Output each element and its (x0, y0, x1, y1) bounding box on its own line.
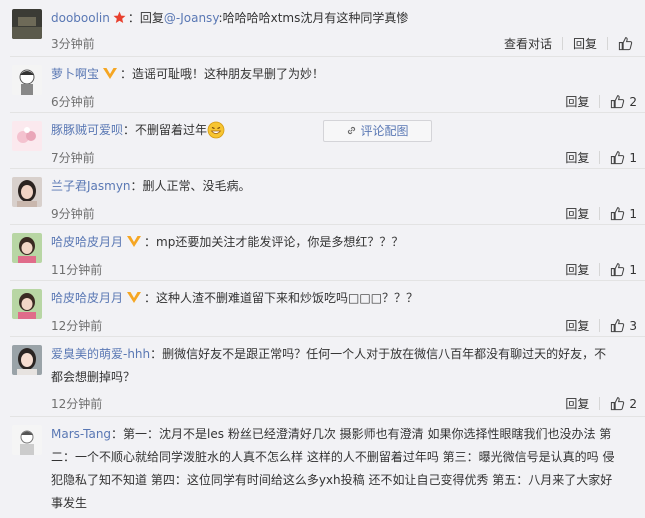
mention-link[interactable]: @-Joansy (164, 11, 219, 25)
like-count: 1 (629, 150, 637, 165)
comment-item: 豚豚贼可爱呗：不删留着过年 7分钟前 回复 1 (0, 112, 645, 168)
reply-button[interactable]: 回复 (563, 35, 607, 52)
divider (10, 336, 645, 337)
vip-badge-icon (127, 236, 142, 247)
divider (10, 168, 645, 169)
vip-badge-icon (127, 292, 142, 303)
comment-text: ：不删留着过年 (123, 123, 208, 137)
like-button[interactable]: 2 (600, 396, 637, 411)
thumbs-up-icon (611, 397, 625, 411)
thumbs-up-icon (611, 263, 625, 277)
comment-username[interactable]: 萝卜啊宝 (51, 67, 99, 81)
comment-item: 兰子君Jasmyn：删人正常、没毛病。 9分钟前 回复 1 (0, 168, 645, 224)
avatar[interactable] (12, 425, 42, 455)
divider (10, 112, 645, 113)
comment-username[interactable]: 豚豚贼可爱呗 (51, 123, 123, 137)
reply-button[interactable]: 回复 (555, 205, 599, 222)
like-count: 2 (629, 396, 637, 411)
thumbs-up-icon (611, 95, 625, 109)
comment-item: dooboolin ：回复@-Joansy:哈哈哈哈xtms沈月有这种同学真惨 3… (0, 0, 645, 56)
divider (10, 224, 645, 225)
comment-time: 12分钟前 (51, 397, 103, 411)
reply-button[interactable]: 回复 (555, 317, 599, 334)
like-button[interactable]: 1 (600, 150, 637, 165)
divider (10, 416, 645, 417)
comment-actions: 回复 2 (555, 93, 637, 110)
comment-time: 11分钟前 (51, 263, 103, 277)
comment-text: ：这种人渣不删难道留下来和炒饭吃吗□□□？？？ (144, 291, 419, 305)
like-count: 1 (629, 262, 637, 277)
comment-actions: 回复 1 (555, 149, 637, 166)
avatar[interactable] (12, 121, 42, 151)
reply-button[interactable]: 回复 (555, 261, 599, 278)
grin-emoji-icon (207, 121, 225, 139)
reply-button[interactable]: 回复 (555, 149, 599, 166)
comment-time: 7分钟前 (51, 151, 95, 165)
comment-username[interactable]: Mars-Tang (51, 427, 111, 441)
divider (10, 280, 645, 281)
comment-actions: 回复 1 (555, 261, 637, 278)
comment-username[interactable]: dooboolin (51, 11, 110, 25)
thumbs-up-icon (618, 37, 633, 51)
comment-time: 12分钟前 (51, 319, 103, 333)
reply-prefix: ：回复 (127, 11, 164, 25)
thumbs-up-icon (611, 151, 625, 165)
avatar[interactable] (12, 9, 42, 39)
comment-item: 哈皮哈皮月月 ：mp还要加关注才能发评论，你是多想红？？？ 11分钟前 回复 1 (0, 224, 645, 280)
comment-username[interactable]: 哈皮哈皮月月 (51, 291, 123, 305)
comment-time: 9分钟前 (51, 207, 95, 221)
like-count: 3 (629, 318, 637, 333)
comment-text: ：删人正常、没毛病。 (130, 179, 251, 193)
comment-item: 哈皮哈皮月月 ：这种人渣不删难道留下来和炒饭吃吗□□□？？？ 12分钟前 回复 3 (0, 280, 645, 336)
comment-time: 3分钟前 (51, 37, 95, 51)
thumbs-up-icon (611, 319, 625, 333)
reply-button[interactable]: 回复 (555, 395, 599, 412)
comment-username[interactable]: 兰子君Jasmyn (51, 179, 131, 193)
avatar[interactable] (12, 345, 42, 375)
comment-list: dooboolin ：回复@-Joansy:哈哈哈哈xtms沈月有这种同学真惨 3… (0, 0, 645, 518)
comment-text: ：第一：沈月不是les 粉丝已经澄清好几次 摄影师也有澄清 如果你选择性眼瞎我们… (51, 427, 615, 510)
comment-text: :哈哈哈哈xtms沈月有这种同学真惨 (218, 11, 409, 25)
like-button[interactable] (608, 36, 637, 51)
avatar[interactable] (12, 233, 42, 263)
thumbs-up-icon (611, 207, 625, 221)
star-badge-icon (113, 11, 126, 23)
avatar[interactable] (12, 177, 42, 207)
like-button[interactable]: 3 (600, 318, 637, 333)
like-button[interactable]: 1 (600, 262, 637, 277)
reply-button[interactable]: 回复 (555, 93, 599, 110)
avatar[interactable] (12, 289, 42, 319)
comment-text: ：mp还要加关注才能发评论，你是多想红？？？ (144, 235, 404, 249)
like-button[interactable]: 2 (600, 94, 637, 109)
divider (10, 56, 645, 57)
avatar[interactable] (12, 65, 42, 95)
comment-item: Mars-Tang：第一：沈月不是les 粉丝已经澄清好几次 摄影师也有澄清 如… (0, 416, 645, 518)
comment-username[interactable]: 哈皮哈皮月月 (51, 235, 123, 249)
vip-badge-icon (103, 68, 118, 79)
like-count: 2 (629, 94, 637, 109)
comment-text: ：造谣可耻哦！这种朋友早删了为妙！ (120, 67, 325, 81)
comment-actions: 查看对话 回复 (494, 35, 637, 52)
comment-item: 爱臭美的萌爱-hhh：删微信好友不是跟正常吗？任何一个人对于放在微信八百年都没有… (0, 336, 645, 416)
comment-item: 萝卜啊宝 ：造谣可耻哦！这种朋友早删了为妙！ 评论配图 6分钟前 回复 2 (0, 56, 645, 142)
comment-username[interactable]: 爱臭美的萌爱-hhh (51, 347, 150, 361)
like-button[interactable]: 1 (600, 206, 637, 221)
like-count: 1 (629, 206, 637, 221)
comment-actions: 回复 3 (555, 317, 637, 334)
comment-actions: 回复 1 (555, 205, 637, 222)
comment-time: 6分钟前 (51, 95, 95, 109)
view-conversation-button[interactable]: 查看对话 (494, 35, 562, 52)
comment-actions: 回复 2 (555, 395, 637, 412)
